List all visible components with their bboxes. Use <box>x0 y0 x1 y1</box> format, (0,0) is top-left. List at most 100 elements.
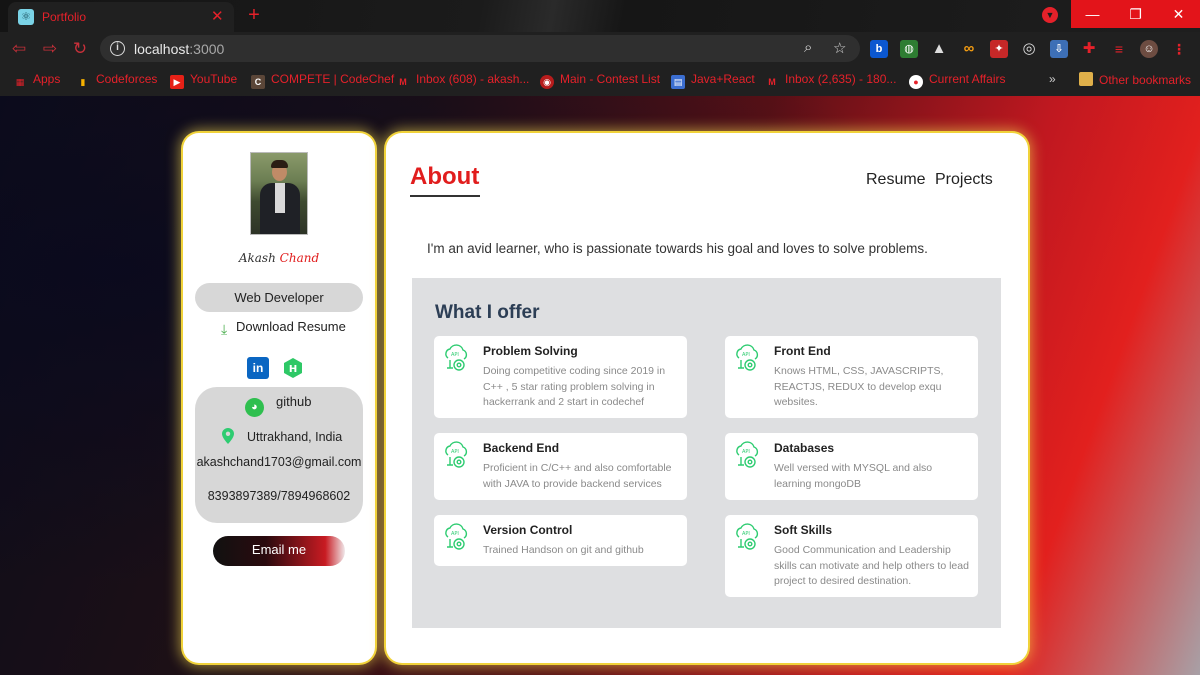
news-icon: ● <box>909 75 923 89</box>
role-badge: Web Developer <box>195 283 363 312</box>
extension-download-icon[interactable]: ⇩ <box>1050 40 1068 58</box>
bookmark-other[interactable]: Other bookmarks <box>1079 72 1191 87</box>
api-gear-icon: API <box>736 523 759 550</box>
extensions-puzzle-icon[interactable]: ✚ <box>1080 40 1098 58</box>
main-card: About Resume Projects I'm an avid learne… <box>386 133 1028 663</box>
offer-name: Backend End <box>483 441 560 455</box>
offer-name: Soft Skills <box>774 523 833 537</box>
offer-desc: Knows HTML, CSS, JAVASCRIPTS, REACTJS, R… <box>774 365 944 409</box>
bookmark-inbox-1[interactable]: M Inbox (608) - akash... <box>396 72 529 89</box>
tab-title: Portfolio <box>42 10 87 24</box>
extension-puzzle-red-icon[interactable]: ✦ <box>990 40 1008 58</box>
offer-desc: Doing competitive coding since 2019 in C… <box>483 365 666 409</box>
bookmark-youtube[interactable]: ▶ YouTube <box>170 72 237 89</box>
extension-target-icon[interactable]: ◎ <box>1020 40 1038 58</box>
download-resume-link[interactable]: ⤓ Download Resume <box>221 319 346 337</box>
site-info-icon[interactable]: i <box>110 41 125 56</box>
url-text[interactable]: localhost:3000 <box>134 41 224 57</box>
contest-icon: ◉ <box>540 75 554 89</box>
bookmark-current-affairs[interactable]: ● Current Affairs <box>909 72 1005 89</box>
forward-icon[interactable]: ⇨ <box>40 39 60 59</box>
media-queue-icon[interactable]: ≡ <box>1110 40 1128 58</box>
bookmark-codechef[interactable]: C COMPETE | CodeChef <box>251 72 394 89</box>
offer-desc: Proficient in C/C++ and also comfortable… <box>483 462 672 490</box>
offer-card-databases: API Databases Well versed with MYSQL and… <box>725 433 978 500</box>
calendar-icon: ▤ <box>671 75 685 89</box>
title-underline <box>410 195 480 197</box>
intro-text: I'm an avid learner, who is passionate t… <box>427 241 928 256</box>
location-pin-icon <box>222 428 234 444</box>
github-icon: ◕ <box>245 398 264 417</box>
api-gear-icon: API <box>736 344 759 371</box>
svg-text:API: API <box>742 352 750 358</box>
browser-tab[interactable]: ⚛ Portfolio ✕ <box>8 2 234 32</box>
profile-name: Akash Chand <box>238 251 320 265</box>
api-gear-icon: API <box>445 344 468 371</box>
offer-card-front-end: API Front End Knows HTML, CSS, JAVASCRIP… <box>725 336 978 418</box>
codeforces-icon: ▮ <box>80 77 86 87</box>
minimize-button[interactable]: — <box>1071 0 1114 28</box>
offer-name: Front End <box>774 344 831 358</box>
tab-strip: ⚛ Portfolio ✕ + ▼ — ❐ ✕ <box>0 0 1200 32</box>
menu-kebab-icon[interactable]: ⋮ <box>1170 40 1188 58</box>
phone-text: 8393897389/7894968602 <box>207 489 351 503</box>
browser-chrome: ⚛ Portfolio ✕ + ▼ — ❐ ✕ ⇦ ⇨ ↻ i localhos… <box>0 0 1200 96</box>
reload-icon[interactable]: ↻ <box>70 39 90 59</box>
youtube-icon: ▶ <box>170 75 184 89</box>
email-text: akashchand1703@gmail.com <box>196 455 362 469</box>
contact-box: ◕ github Uttrakhand, India akashchand1703… <box>195 387 363 523</box>
new-tab-button[interactable]: + <box>242 5 266 27</box>
offer-heading: What I offer <box>435 302 540 323</box>
svg-text:API: API <box>742 449 750 455</box>
tab-close-icon[interactable]: ✕ <box>211 7 224 25</box>
download-arrow-icon: ⤓ <box>221 321 228 337</box>
bookmarks-overflow[interactable]: » <box>1049 72 1056 86</box>
zoom-search-icon[interactable]: ⌕ <box>804 39 812 56</box>
bookmark-java-react[interactable]: ▤ Java+React <box>671 72 755 89</box>
nav-resume[interactable]: Resume <box>866 171 926 189</box>
bookmarks-bar: ▦ Apps ▮ Codeforces ▶ YouTube C COMPETE | Co… <box>0 65 1200 96</box>
nav-projects[interactable]: Projects <box>935 171 993 189</box>
svg-text:API: API <box>451 352 459 358</box>
offer-name: Problem Solving <box>483 344 578 358</box>
extension-infinity-icon[interactable]: ∞ <box>960 40 978 58</box>
extension-mountain-icon[interactable]: ▲ <box>930 40 948 58</box>
offer-card-backend: API Backend End Proficient in C/C++ and … <box>434 433 687 500</box>
svg-text:H: H <box>289 364 297 375</box>
gmail-icon: M <box>399 77 407 87</box>
svg-text:API: API <box>742 531 750 537</box>
page-background: Akash Chand Web Developer ⤓ Download Resu… <box>0 96 1200 675</box>
restore-button[interactable]: ❐ <box>1114 0 1157 28</box>
extension-b-icon[interactable]: b <box>870 40 888 58</box>
apps-grid-icon: ▦ <box>15 77 25 87</box>
linkedin-icon[interactable]: in <box>247 357 269 379</box>
github-link[interactable]: ◕ github <box>245 394 311 417</box>
offer-desc: Well versed with MYSQL and also learning… <box>774 462 933 490</box>
profile-card: Akash Chand Web Developer ⤓ Download Resu… <box>183 133 375 663</box>
location-row: Uttrakhand, India <box>222 428 342 444</box>
close-window-button[interactable]: ✕ <box>1157 0 1200 28</box>
bookmark-apps[interactable]: ▦ Apps <box>13 72 61 89</box>
offer-card-soft-skills: API Soft Skills Good Communication and L… <box>725 515 978 597</box>
back-icon[interactable]: ⇦ <box>9 39 29 59</box>
codechef-icon: C <box>251 75 265 89</box>
api-gear-icon: API <box>736 441 759 468</box>
bookmark-contest-list[interactable]: ◉ Main - Contest List <box>540 72 660 89</box>
bookmark-inbox-2[interactable]: M Inbox (2,635) - 180... <box>765 72 896 89</box>
profile-avatar-icon[interactable]: ☺ <box>1140 40 1158 58</box>
bookmark-codeforces[interactable]: ▮ Codeforces <box>76 72 158 89</box>
bookmark-star-icon[interactable]: ☆ <box>833 39 846 57</box>
react-favicon-icon: ⚛ <box>18 9 34 25</box>
svg-text:API: API <box>451 449 459 455</box>
folder-icon <box>1079 72 1093 86</box>
offer-desc: Trained Handson on git and github <box>483 544 644 556</box>
offer-card-version-control: API Version Control Trained Handson on g… <box>434 515 687 566</box>
extension-globe-icon[interactable]: ◍ <box>900 40 918 58</box>
toolbar: ⇦ ⇨ ↻ i localhost:3000 ⌕ ☆ b ◍ ▲ ∞ ✦ ◎ ⇩… <box>0 32 1200 65</box>
hackerrank-icon[interactable]: H <box>282 357 304 379</box>
email-me-button[interactable]: Email me <box>213 536 345 566</box>
offer-panel: What I offer API Problem Solving Doing c… <box>412 278 1001 628</box>
avatar <box>250 152 308 235</box>
recording-icon[interactable]: ▼ <box>1042 7 1058 23</box>
address-bar[interactable]: i localhost:3000 ⌕ ☆ <box>100 35 860 62</box>
